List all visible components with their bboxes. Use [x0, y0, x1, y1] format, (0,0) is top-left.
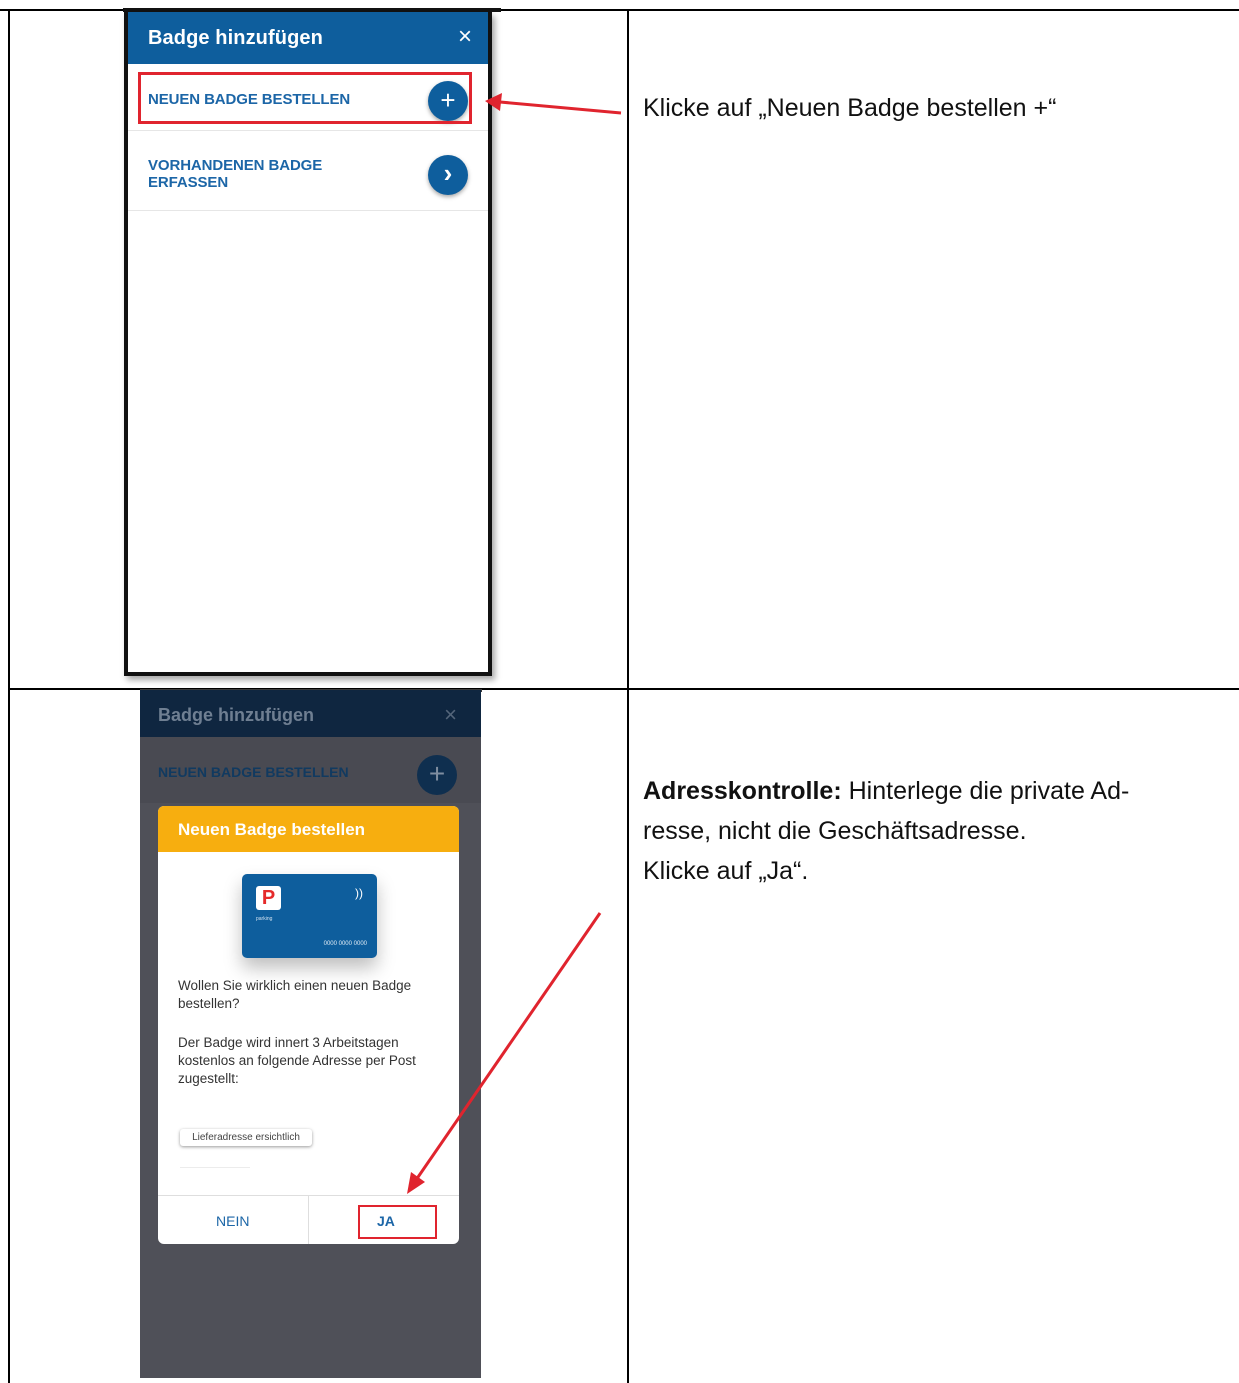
footer-divider: [308, 1196, 309, 1244]
order-new-badge-row-dimmed: NEUEN BADGE BESTELLEN +: [140, 737, 481, 803]
address-divider: [180, 1167, 250, 1168]
badge-card-image: P )) parking 0000 0000 0000: [242, 874, 377, 958]
parking-logo-icon: P: [256, 886, 281, 910]
dialog-info: Der Badge wird innert 3 Arbeitstagen kos…: [178, 1035, 416, 1086]
no-button[interactable]: NEIN: [216, 1213, 249, 1229]
phone-screenshot-add-badge: Badge hinzufügen × NEUEN BADGE BESTELLEN…: [123, 8, 501, 676]
register-existing-label-line2: ERFASSEN: [148, 174, 229, 191]
step2-instruction-text1: Hinterlege die private Ad-: [841, 777, 1130, 805]
highlight-box-yes: [358, 1205, 437, 1239]
card-brand-text: parking: [256, 916, 273, 922]
highlight-box-order-new: [138, 72, 472, 124]
register-existing-badge-row[interactable]: VORHANDENEN BADGE ERFASSEN ›: [128, 130, 488, 211]
step2-instruction-line3: Klicke auf „Ja“.: [643, 857, 809, 885]
screen-title: Badge hinzufügen: [148, 27, 323, 49]
address-chip: Lieferadresse ersichtlich: [180, 1129, 312, 1146]
register-existing-label-line1: VORHANDENEN BADGE: [148, 157, 323, 174]
app-header-dimmed: Badge hinzufügen ×: [140, 690, 481, 737]
dialog-question: Wollen Sie wirklich einen neuen Badge be…: [178, 978, 412, 1011]
phone-screenshot-order-dialog: Badge hinzufügen × NEUEN BADGE BESTELLEN…: [140, 690, 481, 1378]
dialog-header: Neuen Badge bestellen: [158, 806, 459, 852]
card-number: 0000 0000 0000: [323, 941, 367, 947]
step2-instruction-line1: Adresskontrolle: Hinterlege die private …: [643, 771, 1129, 811]
step2-instruction-line2: resse, nicht die Geschäftsadresse.: [643, 817, 1027, 845]
table-column-divider: [627, 9, 629, 1383]
arrow-to-order-new: [485, 93, 622, 115]
table-border-left: [8, 9, 10, 1383]
step2-instruction: Adresskontrolle: Hinterlege die private …: [643, 771, 1129, 891]
plus-icon: +: [417, 755, 457, 795]
chevron-right-icon[interactable]: ›: [428, 155, 468, 195]
step1-instruction: Klicke auf „Neuen Badge bestellen +“: [643, 94, 1057, 122]
screen-title-dimmed: Badge hinzufügen: [158, 705, 314, 725]
nfc-icon: )): [355, 886, 363, 900]
order-badge-dialog: Neuen Badge bestellen P )) parking 0000 …: [158, 806, 459, 1244]
dialog-title: Neuen Badge bestellen: [178, 820, 366, 839]
step2-instruction-bold: Adresskontrolle:: [643, 777, 842, 805]
order-new-badge-label-dimmed: NEUEN BADGE BESTELLEN: [158, 764, 349, 780]
app-header: Badge hinzufügen ×: [128, 12, 488, 64]
close-icon[interactable]: ×: [444, 702, 457, 728]
close-icon[interactable]: ×: [458, 25, 472, 49]
